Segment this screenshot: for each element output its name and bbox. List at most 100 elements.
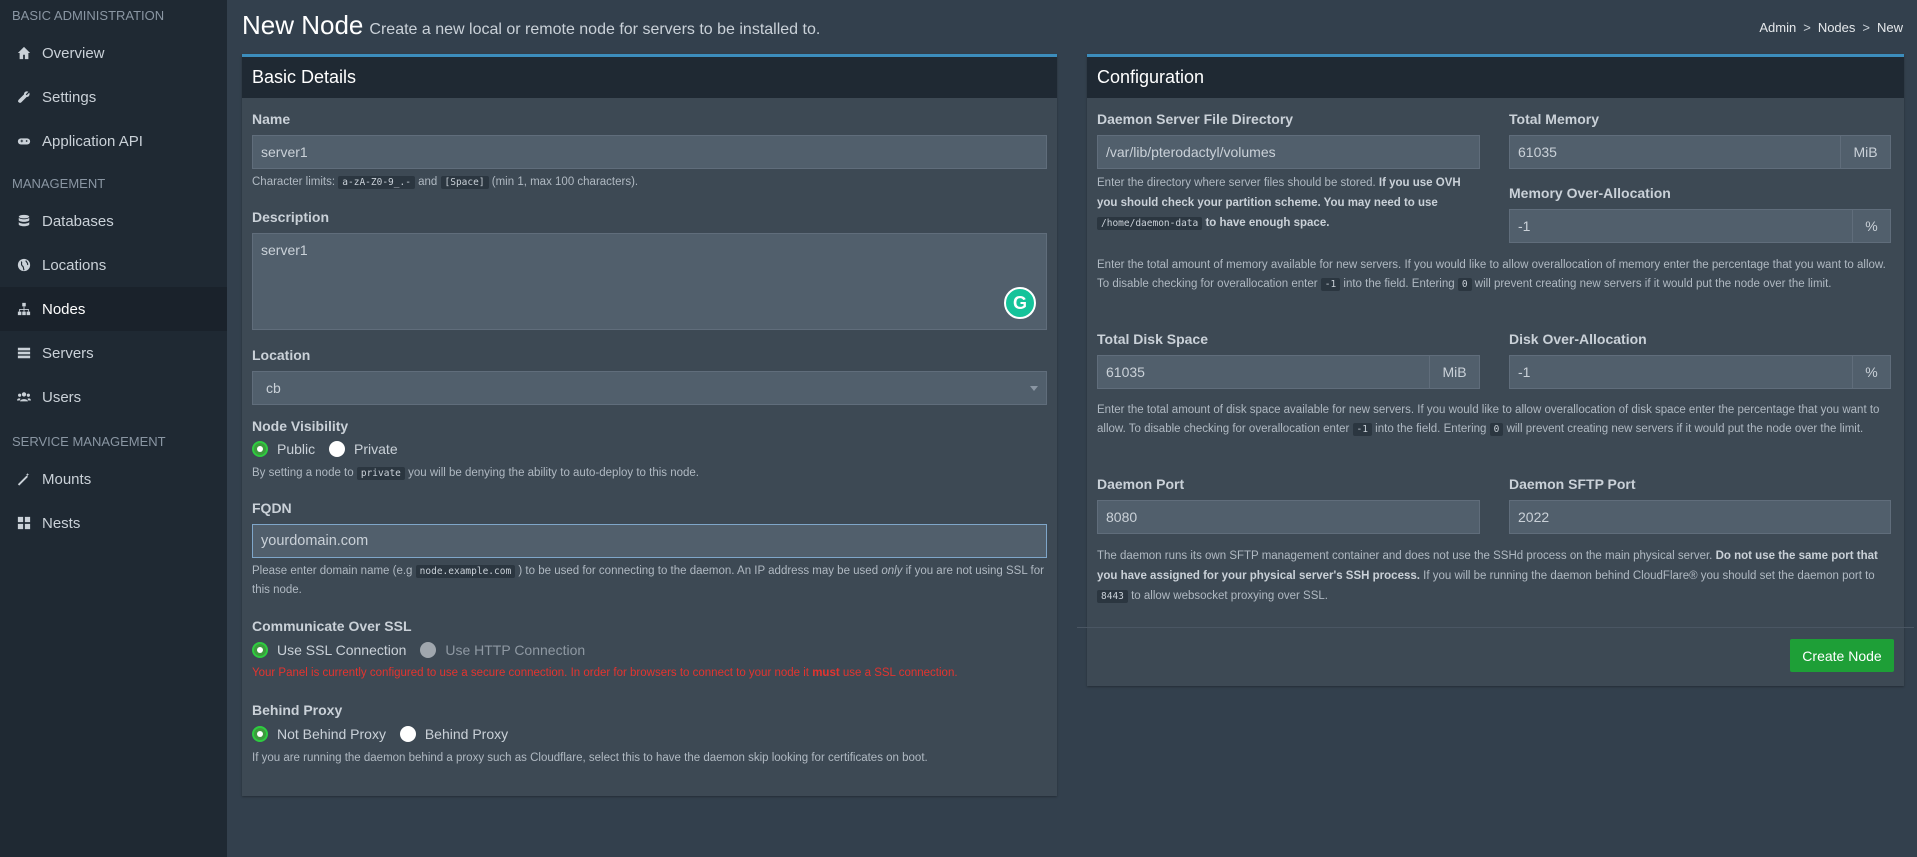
sidebar-item-label: Application API: [42, 132, 143, 150]
sftp-port-input[interactable]: 2022: [1509, 500, 1891, 534]
port-help-text: The daemon runs its own SFTP management …: [1097, 550, 1713, 562]
name-help: Character limits: a-zA-Z0-9_.- and [Spac…: [252, 173, 1047, 192]
sftp-port-label: Daemon SFTP Port: [1509, 476, 1636, 492]
visibility-help: By setting a node to private you will be…: [252, 464, 1047, 483]
proxy-help: If you are running the daemon behind a p…: [252, 752, 928, 764]
radio-label: Behind Proxy: [424, 726, 509, 742]
ssl-warning-text: use a SSL connection.: [842, 667, 958, 679]
disk-input[interactable]: 61035: [1097, 355, 1430, 389]
visibility-help-text: you will be denying the ability to auto-…: [408, 467, 699, 479]
proxy-no-radio[interactable]: Not Behind Proxy: [252, 726, 386, 742]
create-node-button[interactable]: Create Node: [1790, 639, 1894, 672]
disk-label: Total Disk Space: [1097, 331, 1209, 347]
sidebar-section-management: MANAGEMENT Databases Locations Nodes Ser…: [0, 168, 227, 419]
configuration-title: Configuration: [1087, 57, 1904, 98]
memory-help-text: will prevent creating new servers if it …: [1474, 278, 1832, 290]
disk-overallocation-input[interactable]: -1: [1509, 355, 1853, 389]
chevron-down-icon: [1030, 386, 1038, 391]
sidebar-section-service-management: SERVICE MANAGEMENT Mounts Nests: [0, 426, 227, 545]
name-help-code: a-zA-Z0-9_.-: [338, 176, 415, 189]
proxy-yes-radio[interactable]: Behind Proxy: [399, 726, 509, 742]
visibility-help-text: By setting a node to: [252, 467, 354, 479]
disk-unit: MiB: [1430, 355, 1480, 389]
radio-selected-icon: [252, 726, 268, 742]
th-large-icon: [16, 515, 32, 531]
visibility-help-code: private: [356, 467, 405, 480]
ssl-warning: Your Panel is currently configured to us…: [252, 667, 1047, 679]
sidebar-item-application-api[interactable]: Application API: [0, 119, 227, 163]
name-help-text: Character limits:: [252, 176, 336, 188]
visibility-public-radio[interactable]: Public: [252, 441, 315, 457]
radio-label: Private: [354, 441, 398, 457]
sidebar-item-label: Users: [42, 388, 82, 406]
magic-icon: [16, 471, 32, 487]
breadcrumb-nodes[interactable]: Nodes: [1818, 20, 1856, 35]
main-content: New Node Create a new local or remote no…: [227, 0, 1917, 857]
radio-label: Use HTTP Connection: [445, 642, 586, 658]
port-help-code: 8443: [1097, 590, 1128, 603]
fqdn-label: FQDN: [252, 500, 292, 516]
sidebar-item-databases[interactable]: Databases: [0, 199, 227, 243]
visibility-label: Node Visibility: [252, 418, 349, 434]
ssl-on-radio[interactable]: Use SSL Connection: [252, 642, 406, 658]
memory-overallocation-input[interactable]: -1: [1509, 209, 1853, 243]
directory-help-text: Enter the directory where server files s…: [1097, 177, 1376, 189]
users-icon: [16, 389, 32, 405]
name-help-text: (min 1, max 100 characters).: [491, 176, 639, 188]
memory-help-code: 0: [1457, 278, 1472, 291]
sidebar-item-locations[interactable]: Locations: [0, 243, 227, 287]
sidebar-item-nests[interactable]: Nests: [0, 501, 227, 545]
sidebar-item-settings[interactable]: Settings: [0, 75, 227, 119]
visibility-private-radio[interactable]: Private: [329, 441, 398, 457]
grammarly-icon[interactable]: G: [1004, 287, 1036, 319]
sidebar-header: SERVICE MANAGEMENT: [12, 434, 166, 449]
visibility-radio-group: Public Private: [252, 441, 408, 460]
directory-input[interactable]: /var/lib/pterodactyl/volumes: [1097, 135, 1480, 169]
fqdn-help: Please enter domain name (e.g node.examp…: [252, 562, 1047, 600]
sidebar-item-servers[interactable]: Servers: [0, 331, 227, 375]
name-input[interactable]: server1: [252, 135, 1047, 169]
ssl-warning-emphasis: must: [812, 667, 840, 679]
fqdn-input[interactable]: yourdomain.com: [252, 524, 1047, 558]
sidebar-item-label: Databases: [42, 212, 114, 230]
sidebar: BASIC ADMINISTRATION Overview Settings A…: [0, 0, 227, 857]
proxy-label: Behind Proxy: [252, 702, 343, 718]
sidebar-item-label: Nodes: [42, 300, 86, 318]
sidebar-item-overview[interactable]: Overview: [0, 31, 227, 75]
sidebar-item-mounts[interactable]: Mounts: [0, 457, 227, 501]
breadcrumb-admin[interactable]: Admin: [1759, 20, 1796, 35]
port-help: The daemon runs its own SFTP management …: [1097, 546, 1892, 607]
description-textarea[interactable]: server1 G: [252, 233, 1047, 330]
sidebar-item-nodes[interactable]: Nodes: [0, 287, 227, 331]
breadcrumb-new: New: [1876, 20, 1903, 35]
breadcrumb-separator: >: [1862, 20, 1870, 35]
location-label: Location: [252, 347, 311, 363]
daemon-port-input[interactable]: 8080: [1097, 500, 1480, 534]
sidebar-item-users[interactable]: Users: [0, 375, 227, 419]
memory-label: Total Memory: [1509, 111, 1599, 127]
sidebar-section-basic: BASIC ADMINISTRATION Overview Settings A…: [0, 0, 227, 163]
memory-overallocation-unit: %: [1853, 209, 1891, 243]
basic-details-box: Basic Details Name server1 Character lim…: [242, 54, 1057, 796]
location-select[interactable]: cb: [252, 371, 1047, 405]
port-help-text: If you will be running the daemon behind…: [1423, 570, 1875, 582]
globe-icon: [16, 257, 32, 273]
sidebar-header: MANAGEMENT: [12, 176, 106, 191]
name-help-text: and: [418, 176, 438, 188]
fqdn-help-text: Please enter domain name (e.g: [252, 565, 413, 577]
memory-unit: MiB: [1841, 135, 1891, 169]
disk-help: Enter the total amount of disk space ava…: [1097, 401, 1892, 439]
ssl-label: Communicate Over SSL: [252, 618, 412, 634]
disk-help-code: 0: [1489, 423, 1504, 436]
description-value: server1: [261, 242, 308, 258]
disk-overallocation-label: Disk Over-Allocation: [1509, 331, 1647, 347]
ssl-off-radio[interactable]: Use HTTP Connection: [420, 642, 585, 658]
proxy-radio-group: Not Behind Proxy Behind Proxy: [252, 726, 518, 745]
fqdn-help-text: ) to be used for connecting to the daemo…: [518, 565, 879, 577]
directory-help-emphasis: to have enough space.: [1205, 217, 1330, 229]
sidebar-item-label: Overview: [42, 44, 105, 62]
memory-input[interactable]: 61035: [1509, 135, 1841, 169]
directory-help-code: /home/daemon-data: [1097, 217, 1203, 230]
memory-help-text: into the field. Entering: [1343, 278, 1455, 290]
directory-help: Enter the directory where server files s…: [1097, 173, 1480, 234]
